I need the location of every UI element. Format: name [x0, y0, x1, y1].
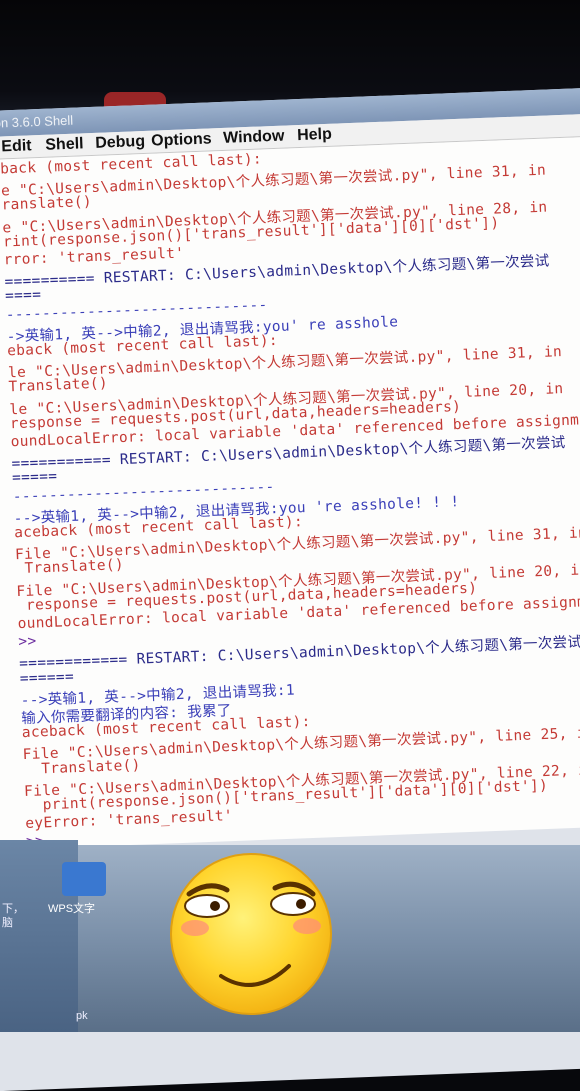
menu-help[interactable]: Help	[297, 126, 332, 145]
menu-debug[interactable]: Debug	[95, 133, 145, 153]
menu-window[interactable]: Window	[223, 128, 285, 148]
menu-edit[interactable]: Edit	[1, 137, 32, 156]
desktop-text-fragment: 脑	[2, 917, 13, 929]
wps-label: WPS文字	[48, 903, 96, 915]
shell-line: ============ RESTART: C:\Users\admin\Des…	[18, 634, 580, 673]
shell-line: ======	[19, 668, 75, 687]
desktop-text-fragment: pk	[76, 1010, 88, 1022]
wps-icon[interactable]	[62, 862, 106, 896]
menu-options[interactable]: Options	[151, 130, 212, 150]
shell-line: =====	[11, 468, 58, 487]
shell-line: >>	[18, 633, 37, 651]
shell-line: ranslate()	[1, 194, 93, 214]
shell-line: ====	[4, 287, 42, 305]
shell-line: Translate()	[8, 375, 109, 396]
shell-line: Translate()	[22, 757, 141, 778]
smirk-emoji-icon	[170, 853, 332, 1015]
menu-shell[interactable]: Shell	[45, 135, 84, 154]
window-title: non 3.6.0 Shell	[0, 112, 74, 131]
shell-line: Translate()	[15, 557, 125, 578]
shell-output[interactable]: back (most recent call last): e "C:\Users…	[0, 135, 580, 851]
